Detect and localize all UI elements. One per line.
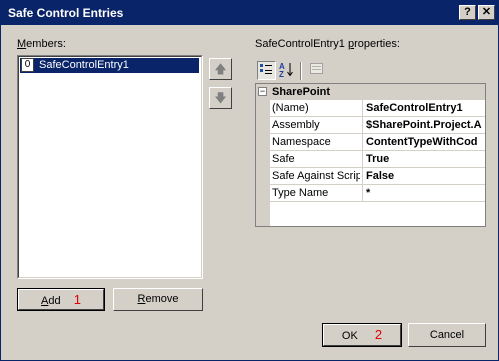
annotation-mark-2: 2 — [374, 327, 383, 342]
property-value[interactable]: False — [366, 170, 485, 182]
members-label: Members: — [17, 38, 66, 50]
property-row-type-name[interactable]: Type Name * — [270, 185, 485, 202]
properties-label: SafeControlEntry1 properties: — [255, 38, 400, 50]
ok-button[interactable]: OK 2 — [323, 324, 401, 346]
category-sharepoint[interactable]: SharePoint — [270, 84, 485, 100]
categorized-icon[interactable] — [257, 61, 276, 80]
alphabetical-icon[interactable]: A Z — [277, 61, 296, 80]
property-value[interactable]: * — [366, 187, 485, 199]
property-row-assembly[interactable]: Assembly $SharePoint.Project.A — [270, 117, 485, 134]
property-row-name[interactable]: (Name) SafeControlEntry1 — [270, 100, 485, 117]
close-button[interactable]: ✕ — [478, 5, 495, 20]
member-index: 0 — [21, 58, 34, 72]
property-value[interactable]: SafeControlEntry1 — [366, 102, 485, 114]
window-title: Safe Control Entries — [8, 6, 124, 20]
property-row-safe[interactable]: Safe True — [270, 151, 485, 168]
add-button[interactable]: Add 1 — [18, 289, 104, 310]
property-row-namespace[interactable]: Namespace ContentTypeWithCod — [270, 134, 485, 151]
move-up-button[interactable]: 🡅 — [209, 58, 232, 80]
members-list[interactable]: 0 SafeControlEntry1 — [17, 55, 203, 279]
ok-button-frame: OK 2 — [322, 323, 402, 347]
property-name: Safe Against Scrip — [272, 170, 360, 182]
arrow-down-icon: 🡇 — [214, 91, 227, 105]
list-item[interactable]: 0 SafeControlEntry1 — [20, 58, 199, 73]
toolbar-separator — [300, 62, 302, 80]
property-pages-icon[interactable] — [307, 61, 326, 80]
arrow-up-icon: 🡅 — [214, 62, 227, 76]
grid-gutter — [256, 84, 270, 226]
dialog-window: Safe Control Entries ? ✕ Members: 0 Safe… — [0, 0, 499, 361]
help-button[interactable]: ? — [459, 5, 476, 20]
property-name: Type Name — [272, 187, 329, 199]
remove-button[interactable]: Remove — [113, 288, 203, 311]
title-bar[interactable]: Safe Control Entries ? ✕ — [1, 1, 498, 25]
property-row-safe-against-script[interactable]: Safe Against Scrip False — [270, 168, 485, 185]
cancel-button[interactable]: Cancel — [408, 323, 486, 347]
property-name: (Name) — [272, 102, 309, 114]
property-value[interactable]: $SharePoint.Project.A — [366, 119, 485, 131]
property-value[interactable]: ContentTypeWithCod — [366, 136, 485, 148]
annotation-mark-1: 1 — [73, 292, 81, 307]
add-button-frame: Add 1 — [17, 288, 105, 311]
property-name: Safe — [272, 153, 295, 165]
property-name: Assembly — [272, 119, 320, 131]
collapse-icon[interactable]: − — [258, 87, 267, 96]
property-name: Namespace — [272, 136, 331, 148]
svg-text:Z: Z — [279, 70, 284, 78]
move-down-button[interactable]: 🡇 — [209, 87, 232, 109]
property-toolbar: A Z — [255, 59, 486, 83]
member-name: SafeControlEntry1 — [39, 59, 129, 71]
property-grid[interactable]: − SharePoint (Name) SafeControlEntry1 As… — [255, 83, 486, 227]
property-value[interactable]: True — [366, 153, 485, 165]
